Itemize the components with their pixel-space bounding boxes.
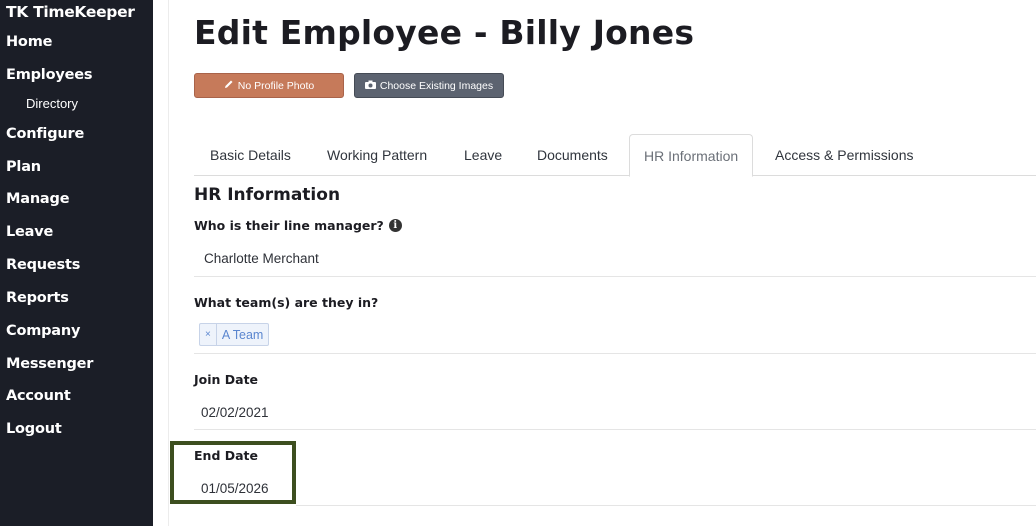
tab-documents[interactable]: Documents [537,134,608,176]
nav-account[interactable]: Account [6,388,71,404]
info-icon[interactable]: i [388,219,402,232]
line-manager-select[interactable]: Charlotte Merchant [204,251,319,266]
tab-access-permissions[interactable]: Access & Permissions [775,134,913,176]
join-date-input[interactable]: 02/02/2021 [201,405,269,420]
nav-reports[interactable]: Reports [6,290,69,306]
choose-existing-images-button[interactable]: Choose Existing Images [354,73,504,98]
nav-employees[interactable]: Employees [6,67,92,83]
line-manager-label-text: Who is their line manager? [194,218,384,233]
join-date-label: Join Date [194,372,259,387]
content-divider [168,0,169,526]
app-logo: TK TimeKeeper [6,3,135,21]
field-divider [194,429,1036,430]
remove-team-icon[interactable]: × [200,324,217,345]
field-divider [194,353,1036,354]
choose-existing-images-label: Choose Existing Images [379,79,494,92]
no-profile-photo-button[interactable]: No Profile Photo [194,73,344,98]
end-date-input[interactable]: 01/05/2026 [201,481,269,496]
line-manager-label: Who is their line manager? i [194,218,402,233]
tab-hr-information[interactable]: HR Information [629,134,754,177]
tab-working-pattern[interactable]: Working Pattern [327,134,427,176]
nav-leave[interactable]: Leave [6,224,53,240]
tab-basic-details[interactable]: Basic Details [210,134,291,176]
pencil-icon [224,79,234,92]
page-title: Edit Employee - Billy Jones [194,13,695,52]
teams-label: What team(s) are they in? [194,295,379,310]
nav-plan[interactable]: Plan [6,159,41,175]
team-tag-label: A Team [221,327,264,342]
field-divider [194,276,1036,277]
nav-requests[interactable]: Requests [6,257,80,273]
nav-directory[interactable]: Directory [26,96,78,111]
nav-logout[interactable]: Logout [6,421,62,437]
sidebar: TK TimeKeeper Home Employees Directory C… [0,0,153,526]
no-profile-photo-label: No Profile Photo [237,79,315,92]
camera-icon [364,80,376,92]
end-date-label: End Date [194,448,259,463]
nav-company[interactable]: Company [6,323,80,339]
team-tag: × A Team [199,323,270,346]
nav-configure[interactable]: Configure [6,126,84,142]
nav-messenger[interactable]: Messenger [6,356,93,372]
section-title: HR Information [194,185,341,205]
nav-home[interactable]: Home [6,34,52,50]
nav-manage[interactable]: Manage [6,191,70,207]
tab-leave[interactable]: Leave [464,134,502,176]
employee-tabs: Basic Details Working Pattern Leave Docu… [194,134,1036,177]
field-divider [296,505,1036,506]
